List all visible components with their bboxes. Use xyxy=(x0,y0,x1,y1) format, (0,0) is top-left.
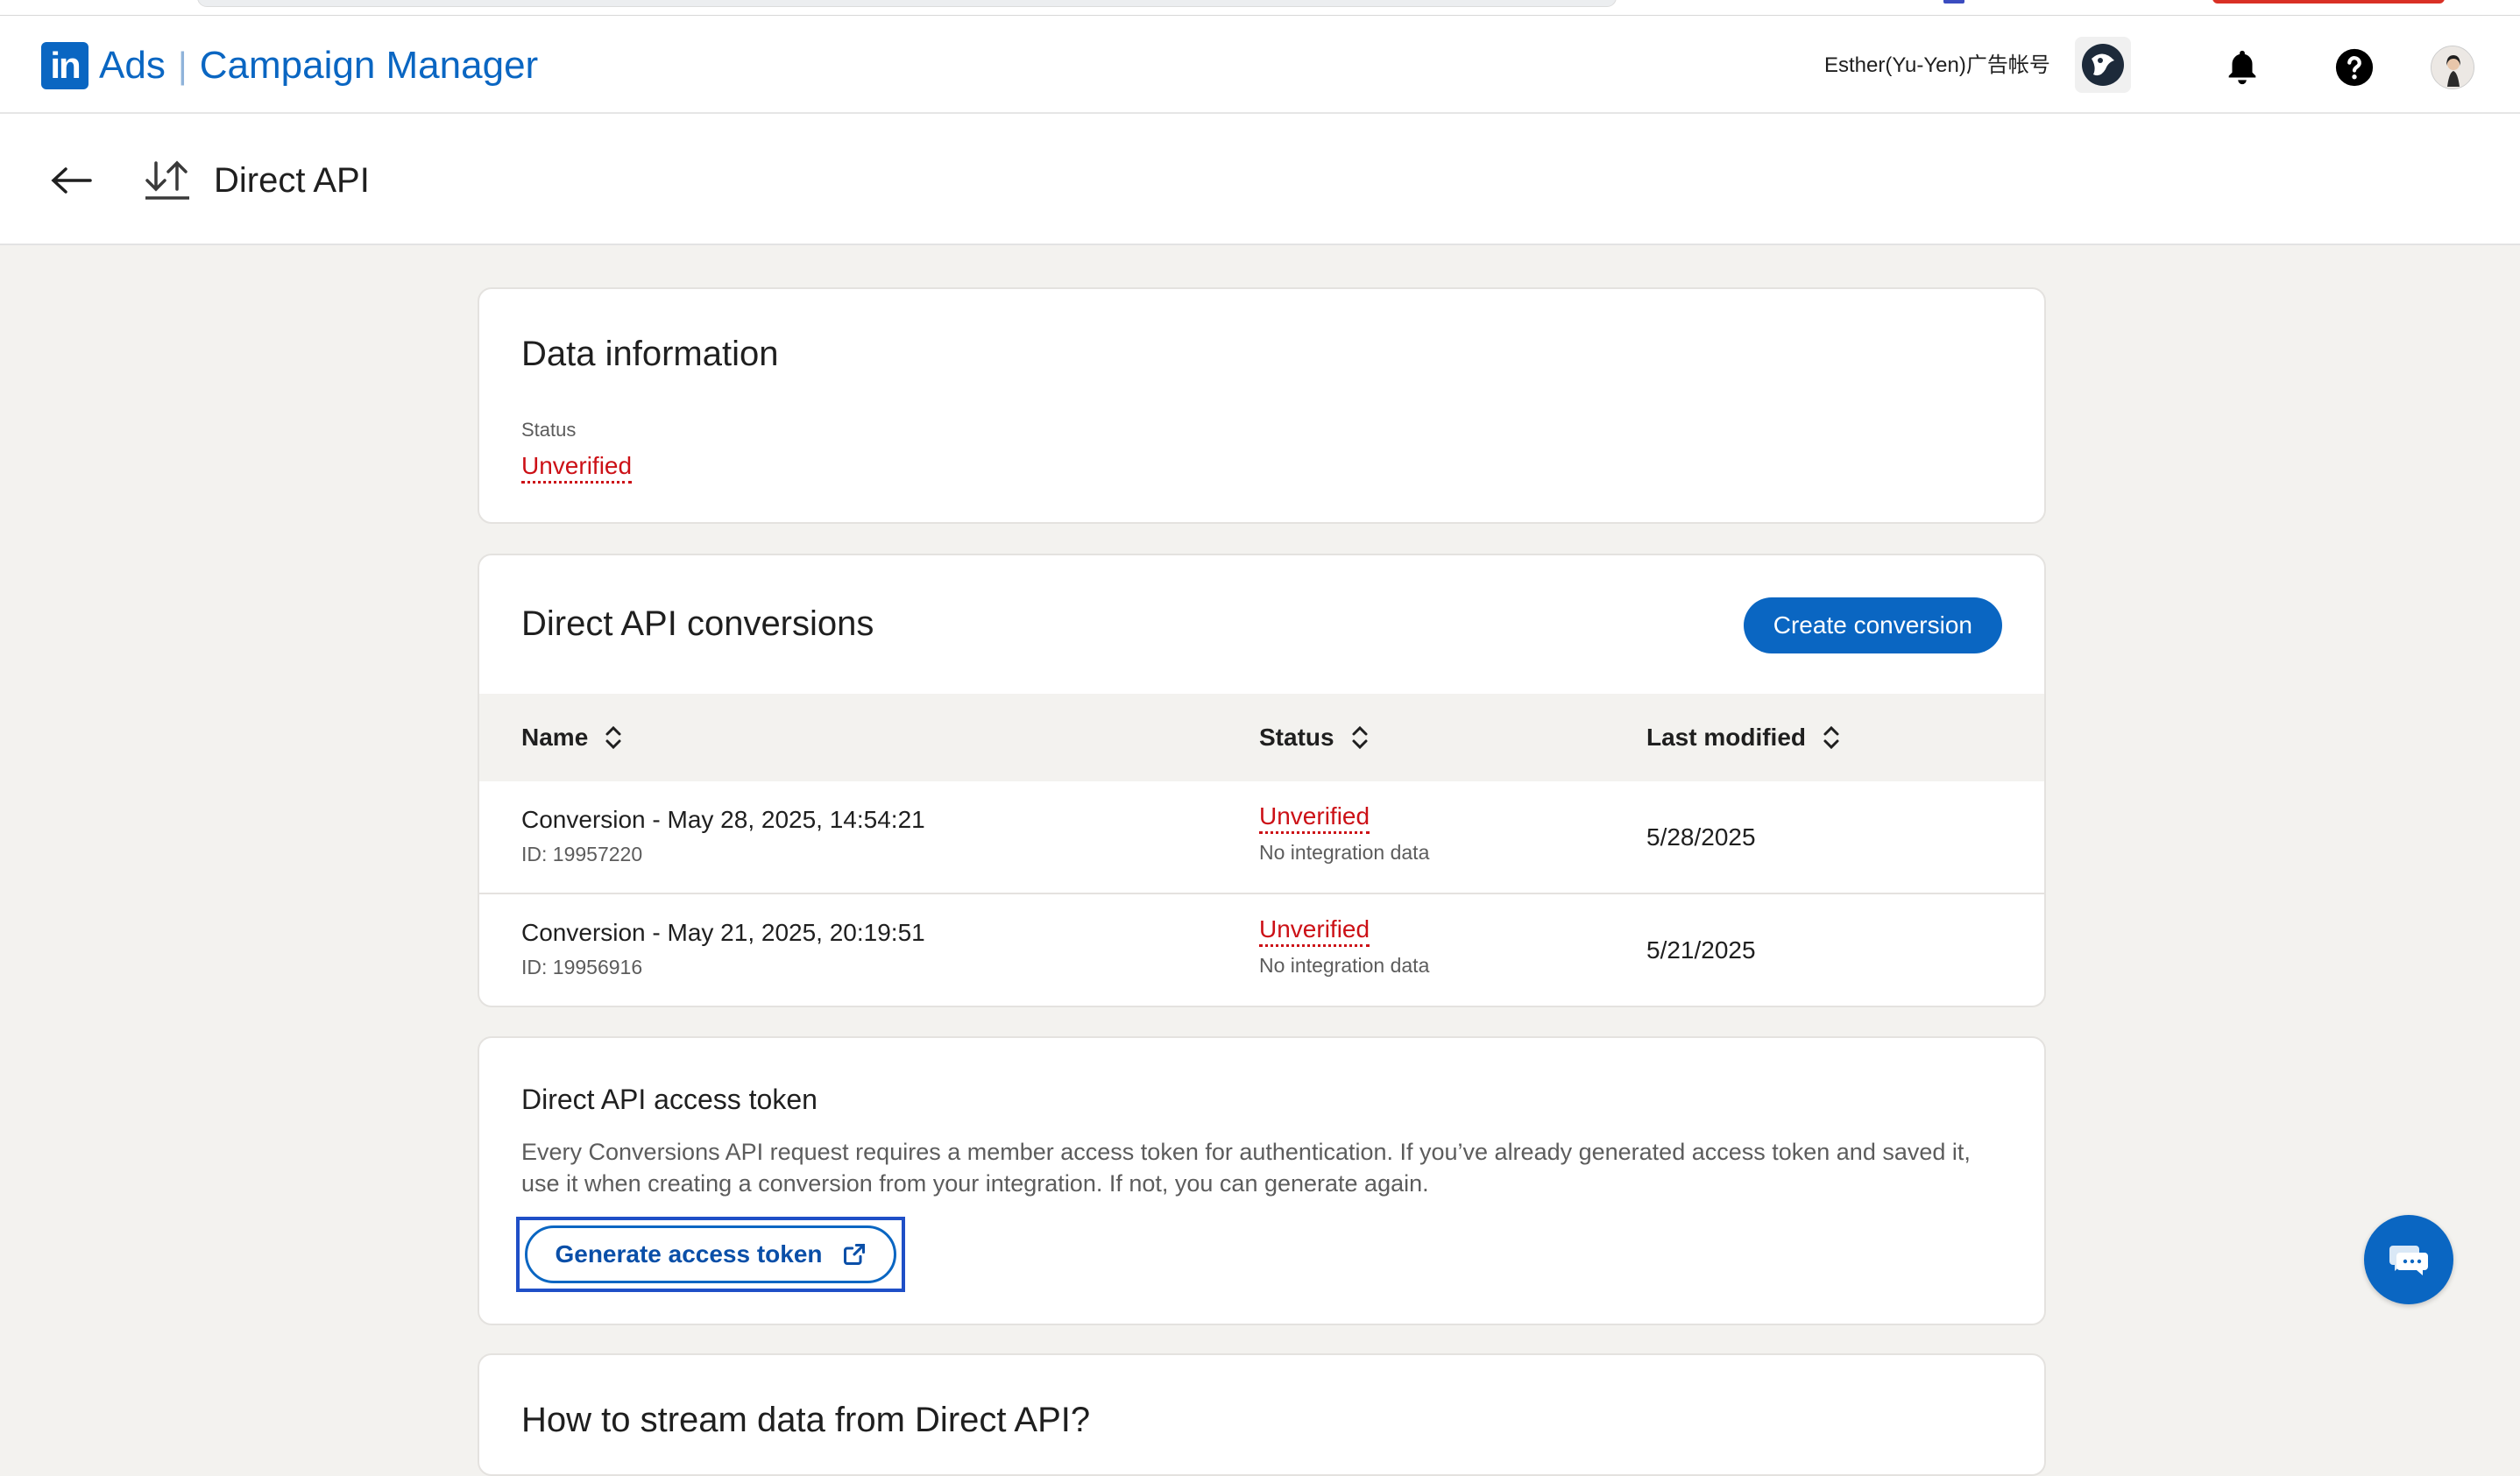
chat-bubble-icon xyxy=(2389,1246,2428,1275)
conversion-name[interactable]: Conversion - May 28, 2025, 14:54:21 xyxy=(521,806,925,834)
data-information-card: Data information Status Unverified xyxy=(478,287,2046,524)
stream-data-title: How to stream data from Direct API? xyxy=(521,1401,1091,1439)
browser-extension-icon[interactable] xyxy=(1943,0,1964,4)
column-name-label: Name xyxy=(521,724,589,751)
data-information-title: Data information xyxy=(521,335,779,373)
top-navigation: in Ads | Campaign Manager Esther(Yu-Yen)… xyxy=(0,16,2520,114)
status-unverified-link[interactable]: Unverified xyxy=(1259,802,1370,834)
page-header: Direct API xyxy=(0,114,2520,245)
column-last-modified-label: Last modified xyxy=(1646,724,1807,751)
column-header-status[interactable]: Status xyxy=(1259,724,1370,752)
direct-api-conversions-card: Direct API conversions Create conversion… xyxy=(478,554,2046,1007)
access-token-title: Direct API access token xyxy=(521,1084,818,1115)
conversions-title: Direct API conversions xyxy=(521,604,874,643)
account-name[interactable]: Esther(Yu-Yen)广告帐号 xyxy=(1824,51,2050,81)
column-header-last-modified[interactable]: Last modified xyxy=(1646,724,1841,752)
generate-access-token-label: Generate access token xyxy=(555,1240,823,1268)
status-subtext: No integration data xyxy=(1259,841,1430,864)
linkedin-logo-icon[interactable]: in xyxy=(41,42,88,89)
upload-download-icon xyxy=(142,156,193,205)
browser-record-indicator xyxy=(2212,0,2445,4)
page-title: Direct API xyxy=(214,161,370,200)
brand-ads: Ads xyxy=(99,44,166,87)
bell-icon[interactable] xyxy=(2217,42,2268,93)
back-button[interactable] xyxy=(44,156,98,205)
conversion-id: ID: 19957220 xyxy=(521,843,643,865)
browser-top-strip xyxy=(0,0,2520,16)
focus-ring: Generate access token xyxy=(516,1217,905,1292)
arrow-left-icon xyxy=(51,167,92,194)
conversion-id: ID: 19956916 xyxy=(521,956,643,978)
conversions-table: Name Status Last modified Conversion - M… xyxy=(479,694,2044,1006)
last-modified-date: 5/28/2025 xyxy=(1646,823,1756,851)
profile-icon[interactable] xyxy=(2427,42,2478,93)
table-row[interactable]: Conversion - May 21, 2025, 20:19:51 ID: … xyxy=(479,894,2044,1006)
account-avatar-icon[interactable] xyxy=(2075,37,2131,93)
sort-icon xyxy=(1352,725,1368,750)
generate-access-token-button[interactable]: Generate access token xyxy=(525,1225,896,1283)
brand-separator: | xyxy=(177,45,188,86)
status-unverified-link[interactable]: Unverified xyxy=(1259,915,1370,947)
last-modified-date: 5/21/2025 xyxy=(1646,936,1756,964)
status-subtext: No integration data xyxy=(1259,954,1430,977)
conversion-status: Unverified No integration data xyxy=(1259,802,1429,865)
stream-data-card: How to stream data from Direct API? xyxy=(478,1353,2046,1476)
column-header-name[interactable]: Name xyxy=(521,724,623,752)
column-status-label: Status xyxy=(1259,724,1334,751)
help-icon[interactable] xyxy=(2329,42,2380,93)
table-row[interactable]: Conversion - May 28, 2025, 14:54:21 ID: … xyxy=(479,781,2044,894)
status-unverified-link[interactable]: Unverified xyxy=(521,452,633,484)
access-token-card: Direct API access token Every Conversion… xyxy=(478,1036,2046,1325)
status-label: Status xyxy=(521,419,577,441)
brand-app-name: Campaign Manager xyxy=(199,44,539,87)
access-token-description: Every Conversions API request requires a… xyxy=(521,1139,1971,1197)
conversion-status: Unverified No integration data xyxy=(1259,915,1429,978)
browser-address-bar[interactable] xyxy=(197,0,1617,7)
brand-title[interactable]: Ads | Campaign Manager xyxy=(99,42,538,89)
chat-help-button[interactable] xyxy=(2364,1215,2453,1304)
conversion-name[interactable]: Conversion - May 21, 2025, 20:19:51 xyxy=(521,919,925,947)
create-conversion-button[interactable]: Create conversion xyxy=(1743,597,2002,653)
sort-icon xyxy=(1823,725,1839,750)
table-header: Name Status Last modified xyxy=(479,694,2044,781)
sort-icon xyxy=(605,725,621,750)
external-link-icon xyxy=(843,1243,865,1266)
